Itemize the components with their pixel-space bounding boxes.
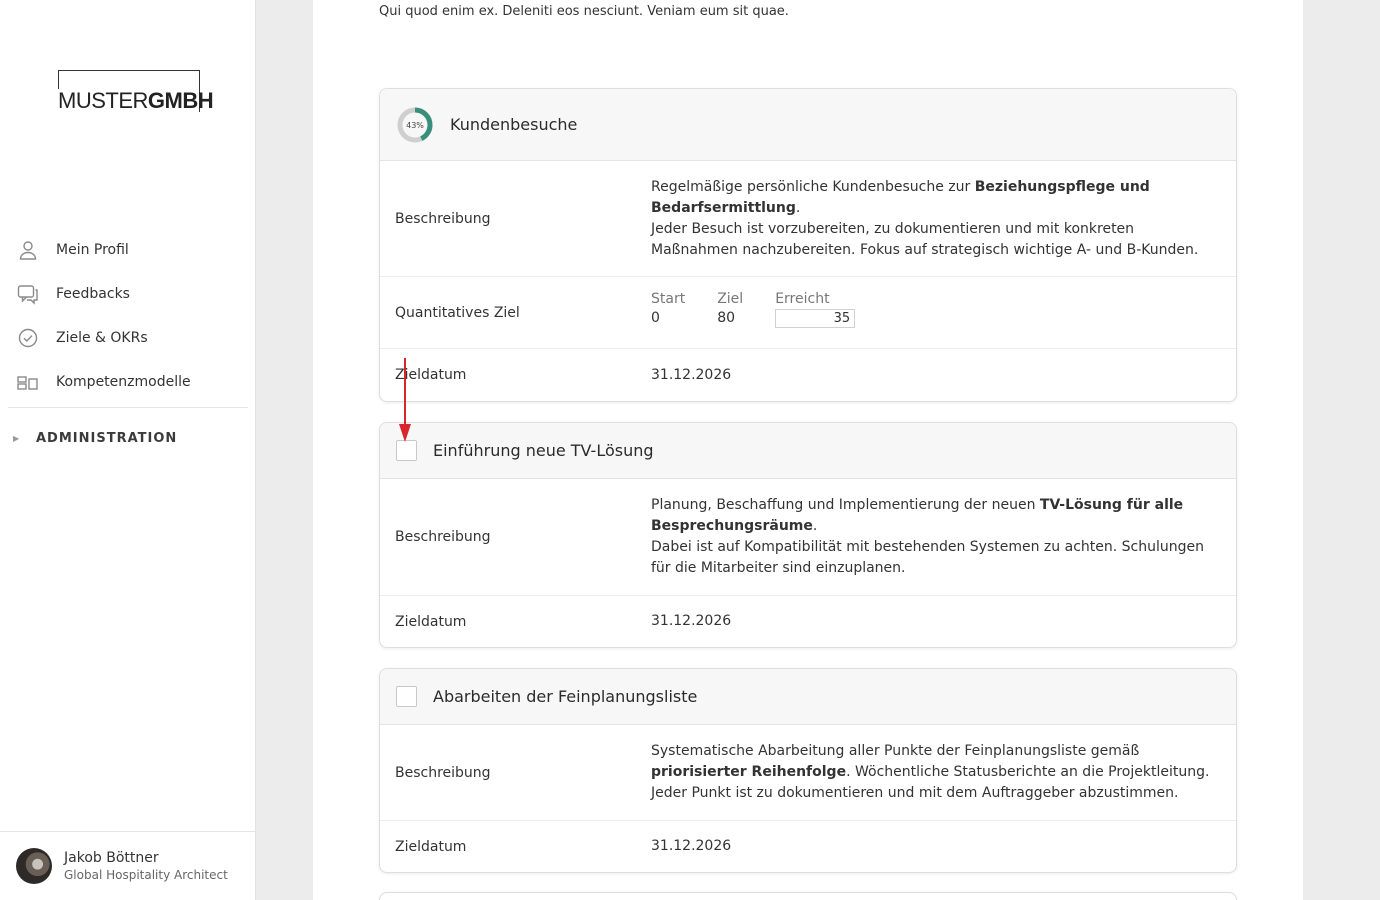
sidebar: MUSTERGMBH Mein Profil Feedbacks Ziele &…: [0, 0, 256, 900]
row-quantitative-target: Quantitatives Ziel Start 0 Ziel 80 Errei…: [380, 277, 1236, 349]
goal-card-tv-loesung: Einführung neue TV-Lösung Beschreibung P…: [379, 422, 1237, 648]
row-target-date: Zieldatum 31.12.2026: [380, 349, 1236, 401]
card-title: Kundenbesuche: [450, 115, 578, 134]
target-date-value: 31.12.2026: [651, 366, 732, 383]
progress-donut-icon: 43%: [397, 107, 433, 142]
main-content: Qui quod enim ex. Deleniti eos nesciunt.…: [313, 0, 1303, 900]
card-title: Einführung neue TV-Lösung: [433, 441, 654, 460]
description-value: Regelmäßige persönliche Kundenbesuche zu…: [636, 161, 1236, 276]
target-column: Ziel 80: [717, 290, 743, 328]
row-target-date: Zieldatum 31.12.2026: [380, 821, 1236, 872]
achieved-label: Erreicht: [775, 291, 830, 307]
user-name: Jakob Böttner: [64, 849, 159, 866]
achieved-column: Erreicht 35: [775, 290, 856, 328]
card-title: Abarbeiten der Feinplanungsliste: [433, 687, 698, 706]
row-label: Beschreibung: [395, 764, 491, 781]
blocks-icon: [17, 371, 39, 393]
description-paragraph-2: Dabei ist auf Kompatibilität mit bestehe…: [651, 539, 1204, 576]
logo-text-bold: GMBH: [147, 88, 214, 113]
goal-checkbox[interactable]: [396, 440, 417, 461]
intro-text: Qui quod enim ex. Deleniti eos nesciunt.…: [379, 4, 789, 19]
logo-text: MUSTERGMBH: [58, 88, 214, 114]
row-label: Zieldatum: [395, 838, 467, 855]
desc-text: Systematische Abarbeitung aller Punkte d…: [651, 743, 1140, 759]
nav-item-mein-profil[interactable]: Mein Profil: [0, 228, 256, 272]
goal-card-kundenbesuche: 43% Kundenbesuche Beschreibung Regelmäßi…: [379, 88, 1237, 402]
target-value: 80: [717, 310, 736, 326]
card-header[interactable]: Abarbeiten der Feinplanungsliste: [380, 669, 1236, 725]
avatar: [16, 848, 52, 884]
description-paragraph-1: Planung, Beschaffung und Implementierung…: [651, 495, 1212, 537]
card-header[interactable]: Einführung neue TV-Lösung: [380, 423, 1236, 479]
nav-label: Mein Profil: [56, 242, 129, 258]
row-label: Beschreibung: [395, 210, 491, 227]
start-value: 0: [651, 310, 660, 326]
nav-label: Kompetenzmodelle: [56, 374, 191, 390]
row-label: Beschreibung: [395, 529, 491, 545]
row-description: Beschreibung Regelmäßige persönliche Kun…: [380, 161, 1236, 277]
row-label: Quantitatives Ziel: [395, 304, 520, 321]
description-paragraph-1: Regelmäßige persönliche Kundenbesuche zu…: [651, 177, 1212, 219]
main-nav: Mein Profil Feedbacks Ziele & OKRs Kompe…: [0, 228, 256, 446]
nav-divider: [8, 407, 248, 408]
desc-text-end: .: [812, 518, 818, 534]
achieved-input[interactable]: 35: [775, 309, 856, 328]
description-value: Planung, Beschaffung und Implementierung…: [636, 479, 1236, 595]
caret-right-icon: ▶: [13, 433, 20, 443]
user-text: Jakob Böttner Global Hospitality Archite…: [64, 850, 228, 883]
user-role: Global Hospitality Architect: [64, 867, 228, 882]
quantitative-values: Start 0 Ziel 80 Erreicht 35: [636, 277, 1236, 348]
logo-text-light: MUSTER: [58, 88, 148, 113]
check-circle-icon: [17, 327, 39, 349]
nav-item-ziele-okrs[interactable]: Ziele & OKRs: [0, 316, 256, 360]
goal-card-next: [379, 892, 1237, 900]
row-target-date: Zieldatum 31.12.2026: [380, 596, 1236, 647]
nav-item-kompetenzmodelle[interactable]: Kompetenzmodelle: [0, 360, 256, 404]
description-value: Systematische Abarbeitung aller Punkte d…: [636, 725, 1236, 820]
chat-icon: [17, 283, 39, 305]
user-icon: [17, 239, 39, 261]
goal-checkbox[interactable]: [396, 686, 417, 707]
admin-label: ADMINISTRATION: [36, 430, 178, 446]
target-date-value: 31.12.2026: [651, 613, 732, 629]
desc-text: Regelmäßige persönliche Kundenbesuche zu…: [651, 179, 975, 195]
row-label: Zieldatum: [395, 613, 467, 630]
user-profile[interactable]: Jakob Böttner Global Hospitality Archite…: [0, 831, 255, 900]
description-paragraph-2: Jeder Besuch ist vorzubereiten, zu dokum…: [651, 221, 1199, 258]
desc-text-end: . Wöchentliche Statusberichte an die Pro…: [846, 764, 1210, 780]
description-paragraph-1: Systematische Abarbeitung aller Punkte d…: [651, 741, 1212, 783]
nav-label: Ziele & OKRs: [56, 330, 148, 346]
nav-item-feedbacks[interactable]: Feedbacks: [0, 272, 256, 316]
row-description: Beschreibung Planung, Beschaffung und Im…: [380, 479, 1236, 596]
company-logo[interactable]: MUSTERGMBH: [58, 70, 214, 113]
progress-label: 43%: [406, 121, 424, 130]
start-label: Start: [651, 291, 686, 307]
row-description: Beschreibung Systematische Abarbeitung a…: [380, 725, 1236, 821]
card-header[interactable]: 43% Kundenbesuche: [380, 89, 1236, 161]
desc-text: Planung, Beschaffung und Implementierung…: [651, 497, 1040, 513]
desc-bold: priorisierter Reihenfolge: [651, 764, 847, 780]
desc-text-end: .: [795, 200, 801, 216]
target-date-value: 31.12.2026: [651, 838, 732, 854]
target-label: Ziel: [717, 291, 744, 307]
nav-item-administration[interactable]: ▶ ADMINISTRATION: [0, 418, 177, 458]
row-label: Zieldatum: [395, 367, 467, 383]
description-paragraph-2: Jeder Punkt ist zu dokumentieren und mit…: [651, 785, 1179, 801]
goal-card-feinplanungsliste: Abarbeiten der Feinplanungsliste Beschre…: [379, 668, 1237, 873]
quantitative-grid: Start 0 Ziel 80 Erreicht 35: [651, 290, 1212, 328]
nav-label: Feedbacks: [56, 286, 130, 302]
start-column: Start 0: [651, 290, 685, 328]
